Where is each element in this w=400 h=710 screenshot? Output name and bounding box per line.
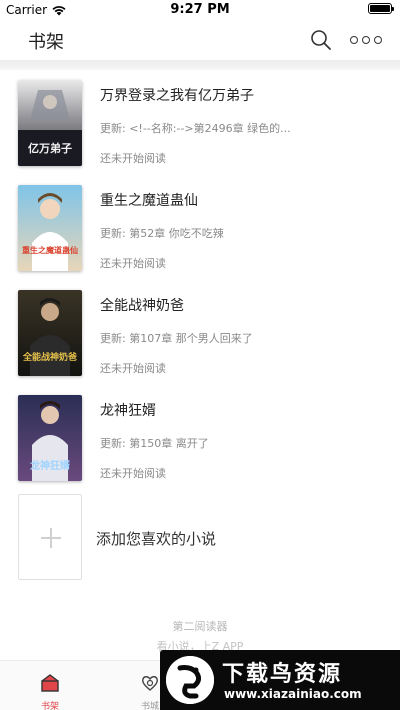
book-read-status: 还未开始阅读: [100, 152, 166, 165]
tab-bookshelf[interactable]: 书架: [10, 661, 90, 710]
battery-icon: [368, 3, 394, 14]
more-dot: [350, 36, 358, 44]
book-cover[interactable]: 亿万弟子: [18, 80, 82, 166]
book-read-status: 还未开始阅读: [100, 257, 166, 270]
cover-text: 亿万弟子: [28, 141, 72, 155]
more-dot: [374, 36, 382, 44]
book-cover[interactable]: 龙神狂婿: [18, 395, 82, 481]
book-latest-chapter: 更新: 第107章 那个男人回来了: [100, 332, 253, 345]
book-read-status: 还未开始阅读: [100, 467, 166, 480]
book-title: 万界登录之我有亿万弟子: [100, 88, 254, 104]
book-item[interactable]: 全能战神奶爸 全能战神奶爸 更新: 第107章 那个男人回来了 还未开始阅读: [0, 280, 400, 385]
add-book-button[interactable]: [18, 494, 82, 580]
book-list: 亿万弟子 万界登录之我有亿万弟子 更新: <!--名称:-->第2496章 绿色…: [0, 70, 400, 586]
add-book-row[interactable]: 添加您喜欢的小说: [0, 490, 400, 586]
plus-icon-vertical: [50, 528, 52, 548]
book-latest-chapter: 更新: <!--名称:-->第2496章 绿色的...: [100, 122, 291, 135]
book-latest-chapter: 更新: 第150章 离开了: [100, 437, 209, 450]
book-item[interactable]: 龙神狂婿 龙神狂婿 更新: 第150章 离开了 还未开始阅读: [0, 385, 400, 490]
book-item[interactable]: 亿万弟子 万界登录之我有亿万弟子 更新: <!--名称:-->第2496章 绿色…: [0, 70, 400, 175]
add-book-label[interactable]: 添加您喜欢的小说: [96, 528, 216, 549]
more-icon[interactable]: [350, 34, 382, 46]
bookshelf-icon: [41, 674, 59, 692]
watermark-logo-icon: [166, 656, 214, 704]
watermark-banner: 下载鸟资源 www.xiazainiao.com: [160, 650, 400, 710]
header-divider: [0, 60, 400, 70]
more-dot: [362, 36, 370, 44]
tab-label: 书架: [40, 702, 59, 710]
bookstore-icon: [142, 676, 158, 691]
search-icon[interactable]: [309, 28, 333, 52]
book-title: 龙神狂婿: [100, 403, 156, 419]
book-cover[interactable]: 全能战神奶爸: [18, 290, 82, 376]
cover-text: 龙神狂婿: [29, 459, 71, 472]
nav-bar: 书架: [0, 20, 400, 60]
book-title: 全能战神奶爸: [100, 298, 184, 314]
book-cover[interactable]: 重生之魔道蛊仙: [18, 185, 82, 271]
watermark-url: www.xiazainiao.com: [224, 687, 362, 701]
book-read-status: 还未开始阅读: [100, 362, 166, 375]
status-bar: Carrier 9:27 PM: [0, 0, 400, 20]
book-latest-chapter: 更新: 第52章 你吃不吃辣: [100, 227, 224, 240]
status-time: 9:27 PM: [170, 2, 230, 17]
footer-app-name: 第二阅读器: [172, 620, 228, 633]
book-title: 重生之魔道蛊仙: [100, 193, 198, 209]
page-title: 书架: [28, 32, 64, 53]
battery-indicator: [368, 3, 394, 14]
book-item[interactable]: 重生之魔道蛊仙 重生之魔道蛊仙 更新: 第52章 你吃不吃辣 还未开始阅读: [0, 175, 400, 280]
battery-fill: [370, 5, 390, 12]
watermark-text: 下载鸟资源: [222, 662, 343, 687]
cover-text: 重生之魔道蛊仙: [22, 245, 78, 255]
cover-text: 全能战神奶爸: [22, 351, 77, 363]
